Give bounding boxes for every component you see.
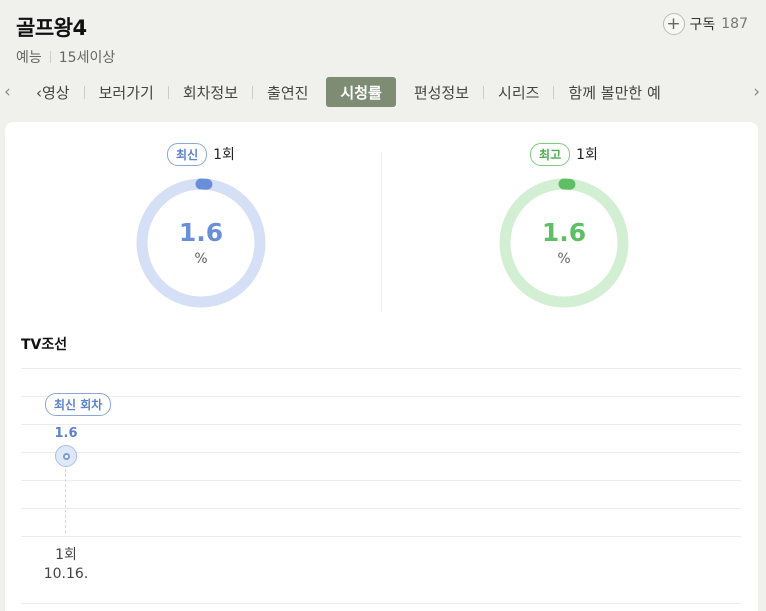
tab-7[interactable]: 함께 볼만한 예: [554, 77, 674, 107]
channel-name: TV조선: [21, 337, 68, 353]
ratings-card: 최신 1회 1.6 % 최고 1회 1.6 % TV조선 최신 회차 1.6 1…: [5, 122, 758, 611]
tab-2[interactable]: 회차정보: [169, 77, 252, 107]
tab-0[interactable]: ‹영상: [22, 77, 84, 107]
grid-line: [21, 452, 741, 453]
plus-icon: +: [662, 13, 685, 35]
x-tick-label: 1회 10.16.: [35, 546, 97, 584]
tab-3[interactable]: 출연진: [253, 77, 322, 107]
latest-ring: 1.6 %: [134, 176, 268, 310]
tab-5[interactable]: 편성정보: [400, 77, 483, 107]
subscribe-button[interactable]: + 구독 187: [662, 13, 748, 35]
best-rating-value: 1.6: [541, 218, 587, 247]
grid-line: [21, 480, 741, 481]
program-meta: 예능 15세이상: [16, 47, 115, 67]
best-episode: 1회: [576, 147, 598, 163]
x-tick-episode: 1회: [55, 547, 77, 563]
grid-line: [21, 368, 741, 369]
grid-line: [21, 536, 741, 537]
data-point[interactable]: [55, 445, 77, 467]
tab-bar: ‹ ‹영상 보러가기 회차정보 출연진 시청률 편성정보 시리즈 함께 볼만한 예 ›: [0, 74, 766, 110]
gauge-divider: [381, 152, 382, 312]
program-title: 골프왕4: [16, 16, 87, 40]
data-point-core: [62, 452, 70, 460]
x-tick-date: 10.16.: [43, 566, 89, 582]
chevron-left-icon[interactable]: ‹: [4, 82, 11, 102]
genre-text: 예능: [16, 50, 42, 66]
age-rating-text: 15세이상: [58, 50, 116, 66]
tab-6[interactable]: 시리즈: [484, 77, 553, 107]
latest-badge: 최신: [167, 142, 208, 166]
subscribe-label: 구독: [689, 17, 716, 33]
latest-episode: 1회: [213, 147, 235, 163]
subscriber-count: 187: [721, 16, 748, 32]
best-rating-unit: %: [557, 251, 571, 267]
tab-4[interactable]: 시청률: [326, 77, 396, 107]
latest-episode-badge[interactable]: 최신 회차: [45, 393, 112, 416]
grid-line: [21, 396, 741, 397]
tab-list: ‹영상 보러가기 회차정보 출연진 시청률 편성정보 시리즈 함께 볼만한 예: [22, 74, 744, 110]
latest-rating-value: 1.6: [178, 218, 224, 247]
best-rating-gauge: 최고 1회 1.6 %: [454, 142, 674, 310]
meta-divider: [49, 51, 51, 63]
best-ring: 1.6 %: [497, 176, 631, 310]
grid-line: [21, 603, 741, 604]
program-header: 골프왕4: [16, 12, 87, 42]
latest-rating-gauge: 최신 1회 1.6 %: [91, 142, 311, 310]
grid-line: [21, 424, 741, 425]
grid-line: [21, 508, 741, 509]
chevron-right-icon[interactable]: ›: [753, 82, 760, 102]
latest-rating-unit: %: [194, 251, 208, 267]
data-label: 1.6: [54, 426, 78, 441]
best-badge: 최고: [530, 142, 571, 166]
tab-1[interactable]: 보러가기: [85, 77, 168, 107]
best-gauge-header: 최고 1회: [454, 142, 674, 166]
latest-gauge-header: 최신 1회: [91, 142, 311, 166]
data-point-guide: [65, 469, 66, 533]
